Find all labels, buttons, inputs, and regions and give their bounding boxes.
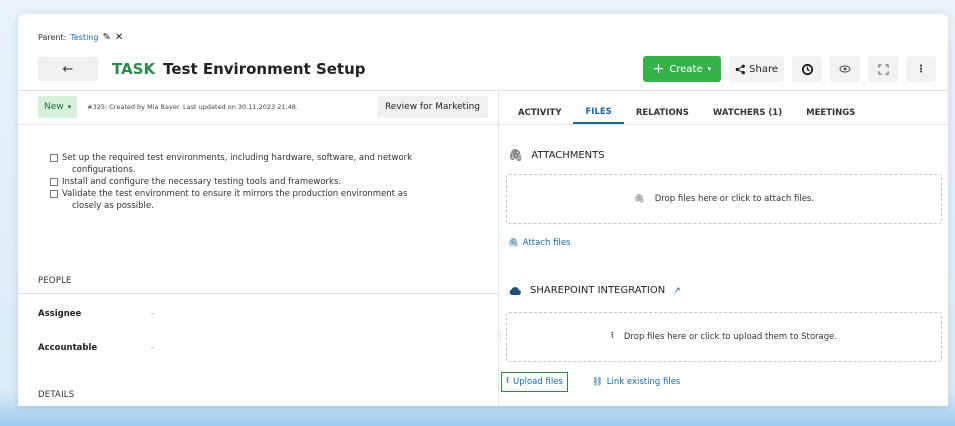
share-label: Share — [749, 63, 778, 75]
close-icon[interactable]: ✕ — [115, 32, 123, 43]
resize-handle[interactable]: ⋮ — [496, 332, 505, 342]
status-divider — [18, 124, 498, 125]
tab-meetings[interactable]: MEETINGS — [794, 102, 867, 124]
eye-icon — [839, 65, 851, 73]
description-checklist: Set up the required test environments, i… — [50, 152, 480, 212]
tabs-divider — [499, 124, 948, 125]
arrow-left-icon: ← — [62, 61, 74, 77]
assignee-label: Assignee — [38, 309, 82, 319]
back-button[interactable]: ← — [38, 57, 98, 81]
header-divider — [18, 90, 948, 91]
checklist-item: Validate the test environment to ensure … — [50, 188, 480, 212]
attachments-dropzone[interactable]: 🖇 Drop files here or click to attach fil… — [506, 174, 942, 224]
checkbox[interactable] — [50, 154, 58, 162]
column-divider — [498, 90, 499, 406]
attach-files-label: Attach files — [522, 238, 571, 248]
pencil-icon[interactable]: ✎ — [102, 32, 110, 43]
link-existing-label: Link existing files — [606, 377, 681, 387]
watch-button[interactable] — [830, 56, 860, 82]
create-button[interactable]: + Create ▾ — [642, 56, 722, 82]
checklist-item-text: closely as possible. — [72, 201, 154, 211]
tab-watchers[interactable]: WATCHERS (1) — [701, 102, 794, 124]
plus-icon: + — [652, 61, 665, 77]
people-section-title: PEOPLE — [38, 276, 72, 286]
accountable-value[interactable]: - — [151, 343, 154, 353]
checklist-item: Install and configure the necessary test… — [50, 176, 480, 188]
checkbox[interactable] — [50, 178, 58, 186]
parent-link[interactable]: Testing — [70, 33, 98, 42]
work-package-window: Parent: Testing ✎ ✕ ← TASK Test Environm… — [18, 14, 948, 406]
paperclip-icon: 🖇 — [633, 194, 645, 204]
tab-relations[interactable]: RELATIONS — [624, 102, 701, 124]
fullscreen-button[interactable] — [868, 56, 898, 82]
status-button[interactable]: New ▾ — [38, 96, 78, 118]
dropzone-text: Drop files here or click to upload them … — [623, 332, 838, 342]
upload-icon: ⭱ — [506, 376, 509, 386]
assignee-value[interactable]: - — [151, 309, 154, 319]
reminder-button[interactable] — [792, 56, 822, 82]
checklist-item-text: configurations. — [72, 165, 136, 175]
expand-icon — [877, 63, 889, 75]
create-label: Create — [669, 63, 703, 75]
upload-files-label: Upload files — [512, 377, 563, 387]
checklist-item-text: Install and configure the necessary test… — [62, 177, 342, 187]
parent-breadcrumb: Parent: Testing ✎ ✕ — [38, 32, 123, 43]
more-button[interactable]: ⋮ — [906, 56, 936, 82]
parent-label: Parent: — [38, 33, 67, 42]
attach-files-link[interactable]: 🖇 Attach files — [508, 238, 570, 248]
people-divider — [18, 293, 498, 294]
status-label: New — [44, 102, 64, 112]
upload-icon: ⭱ — [610, 331, 614, 341]
sharepoint-header: SHAREPOINT INTEGRATION ↗ — [508, 285, 681, 296]
accountable-label: Accountable — [38, 343, 98, 353]
paperclip-icon: 🖇 — [508, 148, 524, 162]
page-title[interactable]: Test Environment Setup — [163, 60, 365, 78]
tab-bar: ACTIVITY FILES RELATIONS WATCHERS (1) ME… — [516, 102, 867, 124]
sharepoint-title: SHAREPOINT INTEGRATION — [530, 285, 666, 296]
share-button[interactable]: Share — [729, 56, 784, 82]
more-vertical-icon: ⋮ — [916, 63, 926, 75]
external-link-icon[interactable]: ↗ — [673, 286, 681, 296]
created-info: #325: Created by Mia Bayer. Last updated… — [87, 103, 298, 111]
paperclip-icon: 🖇 — [508, 238, 519, 248]
share-icon — [735, 64, 746, 74]
checkbox[interactable] — [50, 190, 58, 198]
chevron-down-icon: ▾ — [707, 65, 712, 73]
title-row: ← TASK Test Environment Setup + Create ▾… — [38, 56, 936, 82]
tab-activity[interactable]: ACTIVITY — [516, 102, 573, 124]
link-existing-files[interactable]: ⛓ Link existing files — [592, 377, 680, 387]
attachments-header: 🖇 ATTACHMENTS — [508, 148, 605, 162]
upload-files-button[interactable]: ⭱ Upload files — [501, 372, 568, 392]
work-package-type[interactable]: TASK — [112, 60, 155, 78]
cloud-icon — [509, 286, 521, 295]
checklist-item-text: Set up the required test environments, i… — [62, 153, 413, 163]
checklist-item: Set up the required test environments, i… — [50, 152, 480, 176]
link-icon: ⛓ — [592, 377, 603, 387]
checklist-item-text: Validate the test environment to ensure … — [62, 189, 408, 199]
chevron-down-icon: ▾ — [67, 103, 72, 111]
dropzone-text: Drop files here or click to attach files… — [654, 194, 815, 204]
attachments-title: ATTACHMENTS — [531, 149, 605, 161]
history-icon — [801, 63, 813, 75]
toolbar: + Create ▾ Share ⋮ — [642, 56, 936, 82]
tab-files[interactable]: FILES — [573, 102, 624, 124]
review-button[interactable]: Review for Marketing — [376, 96, 488, 118]
status-row: New ▾ #325: Created by Mia Bayer. Last u… — [38, 96, 488, 118]
storage-dropzone[interactable]: ⭱ Drop files here or click to upload the… — [506, 312, 942, 362]
details-section-title: DETAILS — [38, 390, 75, 400]
